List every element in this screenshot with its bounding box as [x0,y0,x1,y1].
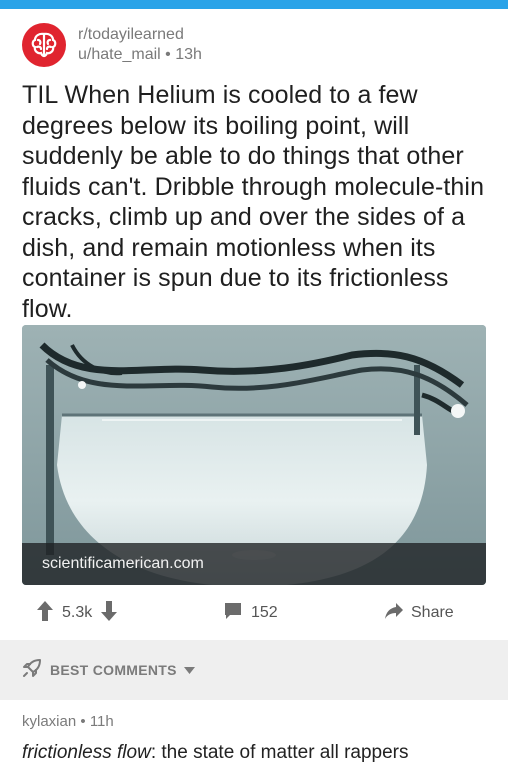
subreddit-name[interactable]: r/todayilearned [78,25,202,45]
comment-count: 152 [251,604,278,621]
post-author[interactable]: u/hate_mail [78,46,161,63]
comments-button[interactable]: 152 [223,601,278,626]
downvote-arrow-icon[interactable] [100,600,118,627]
post-actions: 5.3k 152 Share [0,596,508,630]
top-status-bar [0,0,508,9]
link-domain-bar: scientificamerican.com [22,543,486,585]
chevron-down-icon [183,661,195,679]
comment-meta: kylaxian • 11h [22,712,508,732]
comment-age: 11h [89,713,114,730]
link-preview[interactable]: scientificamerican.com [22,325,486,585]
post-byline: u/hate_mail • 13h [78,45,202,65]
byline-separator: • [165,46,171,63]
comment-author[interactable]: kylaxian [22,713,76,730]
comment-emphasis: frictionless flow [22,742,151,763]
share-label: Share [411,604,454,621]
post-title[interactable]: TIL When Helium is cooled to a few degre… [22,80,492,324]
comment-separator: • [80,713,86,730]
top-comment[interactable]: kylaxian • 11h frictionless flow: the st… [22,712,508,766]
comment-sort-bar[interactable]: BEST COMMENTS [0,640,508,700]
sort-label: BEST COMMENTS [50,662,177,678]
subreddit-avatar[interactable] [22,23,66,67]
link-domain[interactable]: scientificamerican.com [42,555,204,573]
upvote-arrow-icon[interactable] [36,600,54,627]
score: 5.3k [62,604,93,621]
brain-icon [31,32,57,58]
share-arrow-icon [384,602,404,625]
post-age: 13h [175,46,202,63]
comment-text: : the state of matter all rappers [150,742,409,763]
post-header: r/todayilearned u/hate_mail • 13h [22,22,202,68]
share-button[interactable]: Share [384,602,454,625]
comment-body: frictionless flow: the state of matter a… [22,740,508,766]
vote-controls: 5.3k [36,600,118,627]
rocket-icon [22,658,42,683]
comment-bubble-icon [223,601,243,626]
